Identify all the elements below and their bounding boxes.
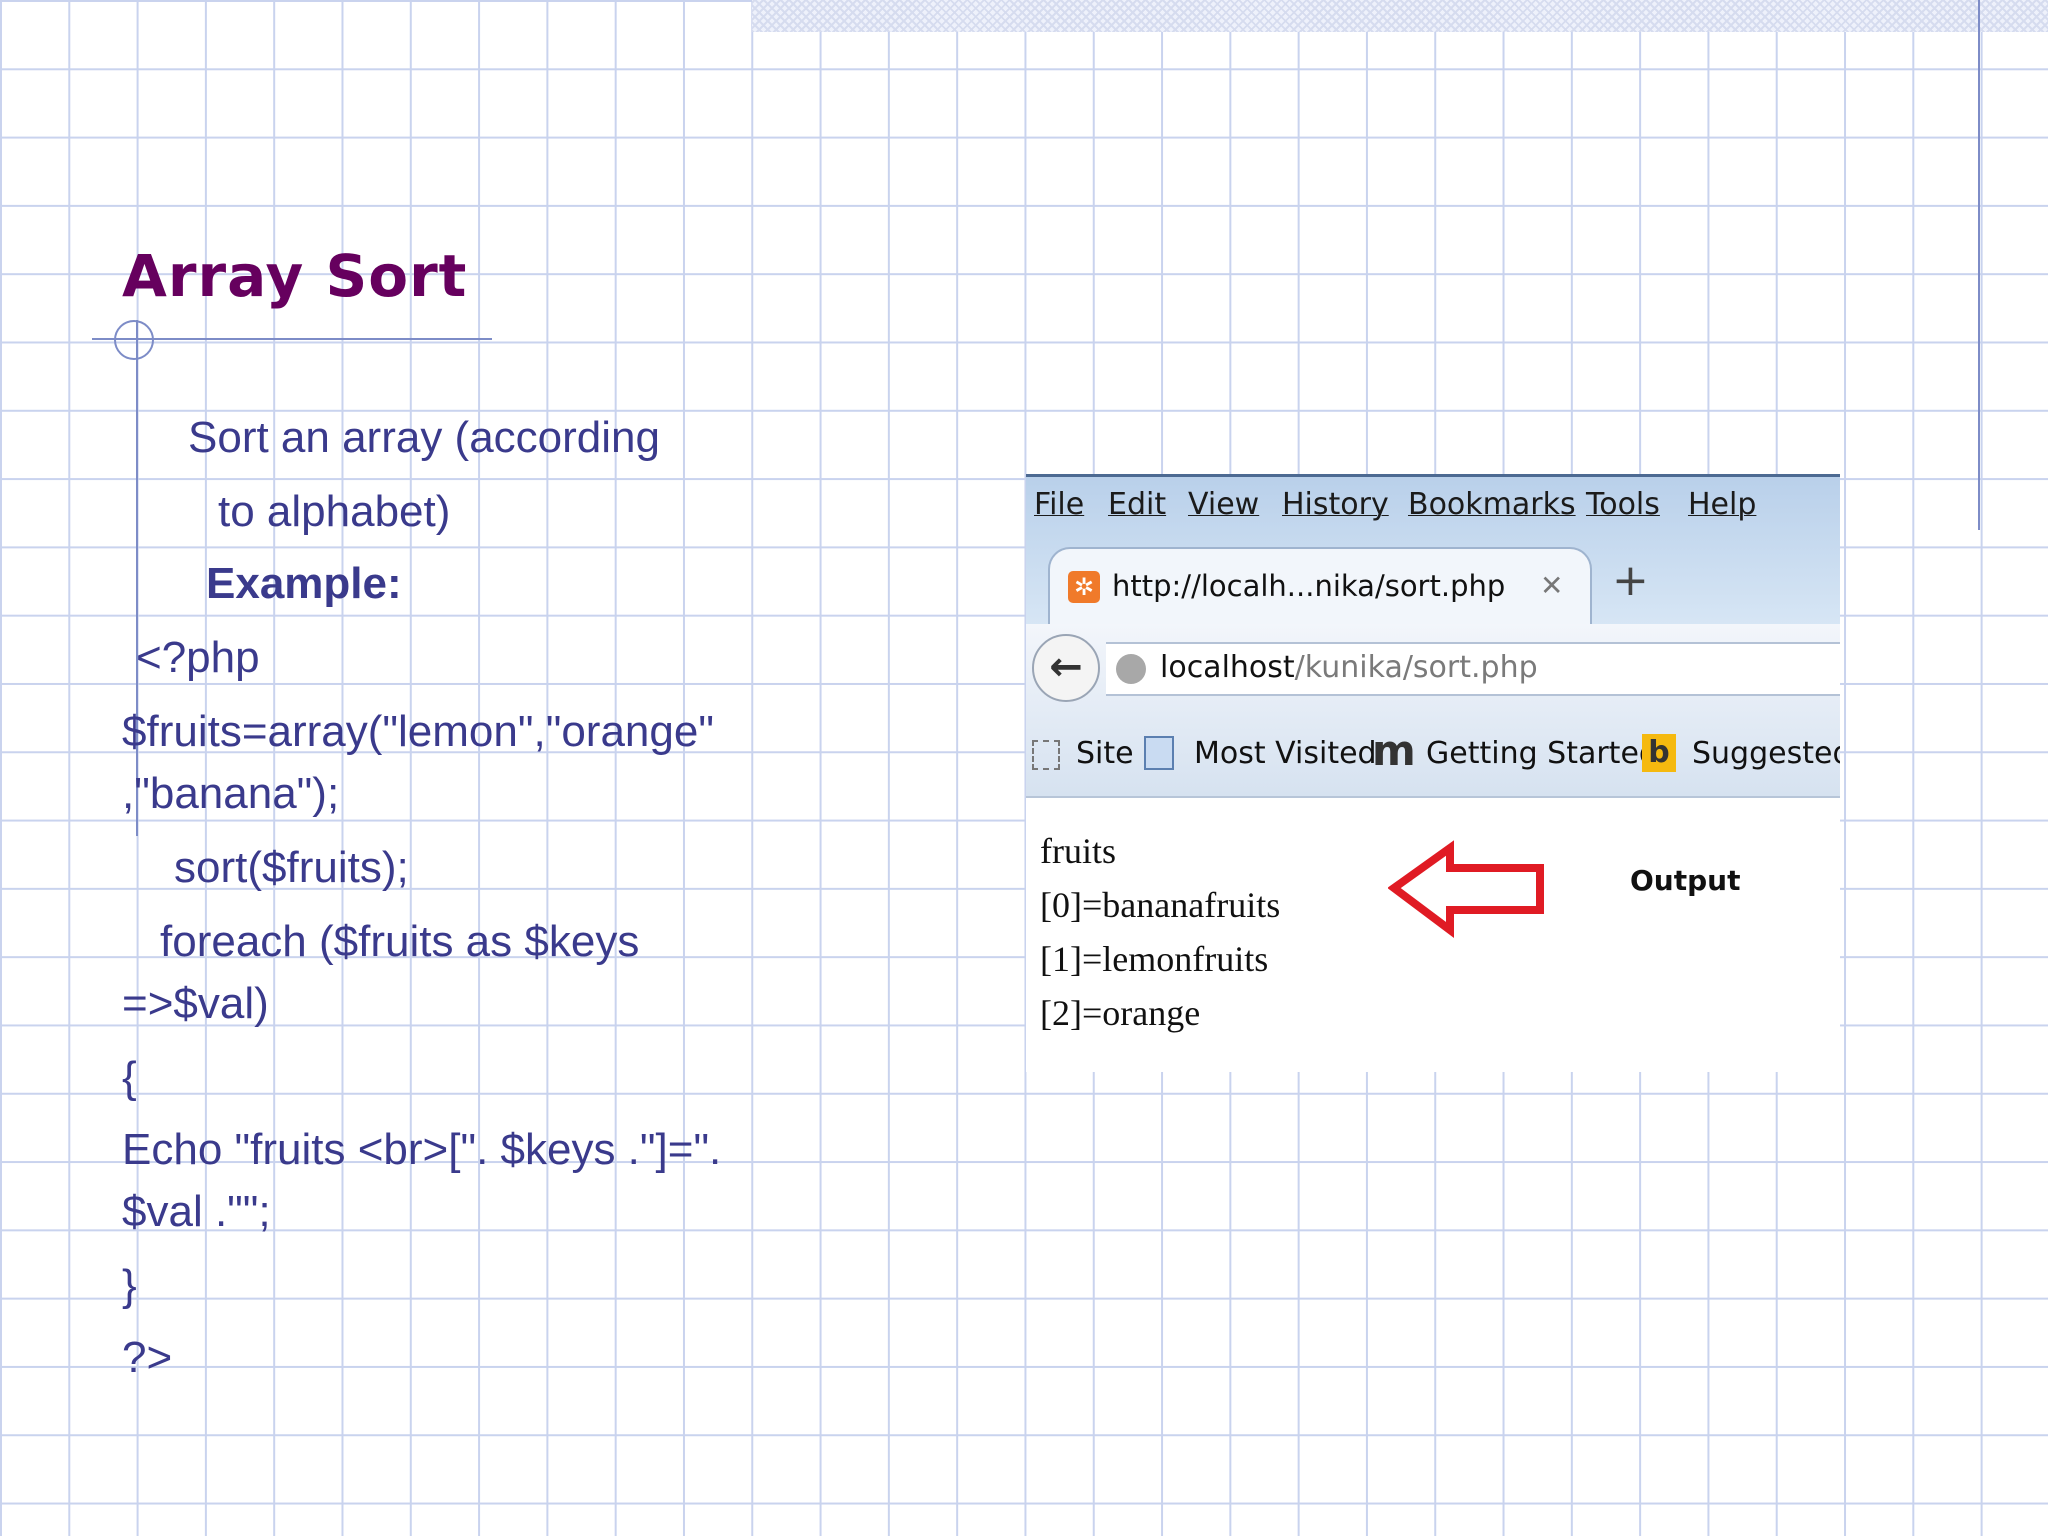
browser-screenshot: File Edit View History Bookmarks Tools H… (1026, 474, 1840, 1072)
code-line: <?php (136, 633, 260, 682)
bookmark-site[interactable]: Site (1076, 736, 1134, 771)
code-line: Echo "fruits <br>[". $keys ."]=". (122, 1125, 722, 1174)
code-line: ,"banana"); (122, 769, 340, 818)
back-arrow-icon[interactable]: ← (1032, 634, 1100, 702)
bookmark-most-visited[interactable]: Most Visited (1194, 736, 1377, 771)
output-line: [0]=bananafruits (1040, 885, 1281, 925)
bookmark-suggested[interactable]: Suggested (1692, 736, 1840, 771)
code-line: { (122, 1053, 137, 1102)
description-line-2: to alphabet) (218, 487, 451, 536)
menu-view[interactable]: View (1188, 487, 1259, 522)
slide-title: Array Sort (122, 242, 468, 310)
left-arrow-icon (1388, 840, 1544, 938)
top-pattern-band (752, 0, 2048, 32)
browser-tab[interactable]: ✲ http://localh...nika/sort.php ✕ (1048, 547, 1592, 629)
bookmarks-toolbar: Site Most Visited m Getting Started b Su… (1026, 714, 1840, 798)
menu-tools[interactable]: Tools (1586, 487, 1660, 522)
most-visited-icon (1144, 736, 1174, 770)
bing-icon: b (1642, 734, 1676, 772)
getting-started-icon: m (1372, 726, 1416, 775)
description-line-1: Sort an array (according (188, 413, 660, 462)
globe-icon (1116, 654, 1146, 684)
menu-bar: File Edit View History Bookmarks Tools H… (1026, 474, 1840, 629)
code-line: $fruits=array("lemon","orange" (122, 707, 714, 756)
new-tab-icon[interactable]: + (1612, 559, 1649, 603)
menu-history[interactable]: History (1282, 487, 1389, 522)
menu-file[interactable]: File (1034, 487, 1084, 522)
site-icon (1032, 740, 1060, 770)
output-line: fruits (1040, 831, 1116, 871)
code-line: ?> (122, 1333, 173, 1382)
url-path: /kunika/sort.php (1294, 650, 1538, 685)
code-line: $val .""; (122, 1187, 271, 1236)
output-line: [1]=lemonfruits (1040, 939, 1269, 979)
bookmark-getting-started[interactable]: Getting Started (1426, 736, 1658, 771)
tab-title: http://localh...nika/sort.php (1112, 569, 1506, 603)
xampp-icon: ✲ (1068, 571, 1100, 603)
code-line: sort($fruits); (174, 843, 409, 892)
code-line: =>$val) (122, 979, 269, 1028)
left-rule (136, 320, 138, 836)
url-bar[interactable]: localhost/kunika/sort.php (1106, 642, 1840, 696)
menu-edit[interactable]: Edit (1108, 487, 1166, 522)
menu-bookmarks[interactable]: Bookmarks (1408, 487, 1576, 522)
navigation-bar: ← localhost/kunika/sort.php (1026, 624, 1840, 714)
close-icon[interactable]: ✕ (1540, 569, 1563, 602)
crosshair-ornament (114, 320, 154, 360)
example-label: Example: (206, 559, 402, 608)
code-line: foreach ($fruits as $keys (160, 917, 640, 966)
right-rule (1978, 0, 1980, 530)
output-line: [2]=orange (1040, 993, 1201, 1033)
url-host: localhost (1160, 650, 1295, 685)
output-label: Output (1630, 864, 1741, 897)
menu-help[interactable]: Help (1688, 487, 1756, 522)
code-line: } (122, 1261, 137, 1310)
url-text: localhost/kunika/sort.php (1160, 650, 1538, 685)
